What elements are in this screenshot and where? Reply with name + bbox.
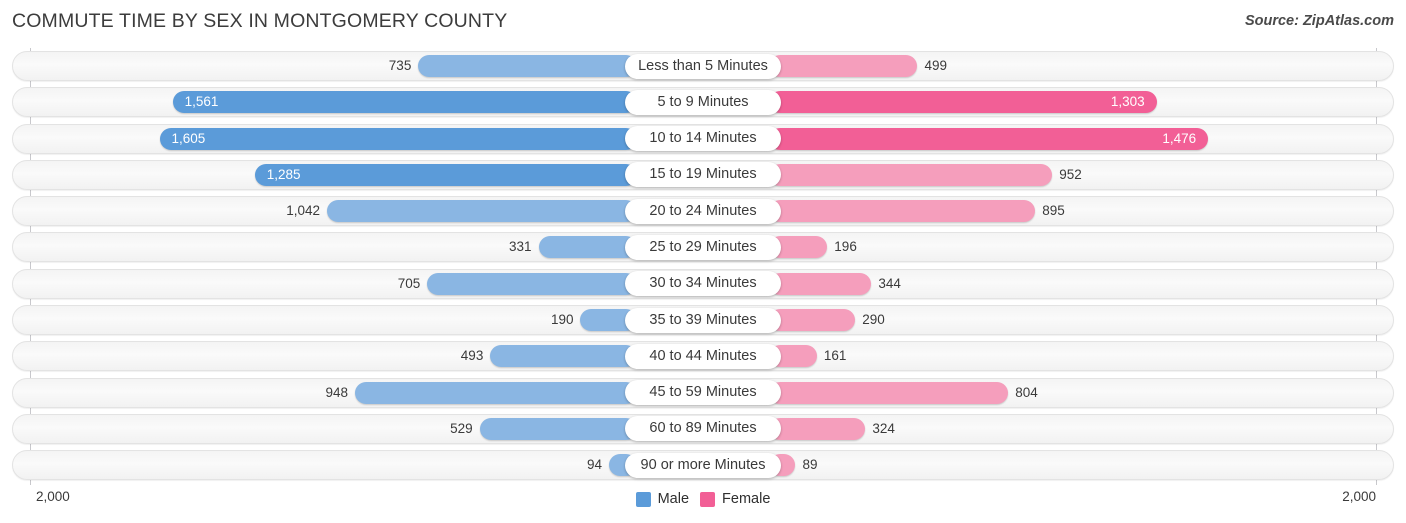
page-title: COMMUTE TIME BY SEX IN MONTGOMERY COUNTY: [12, 10, 508, 32]
bar-value-male: 94: [587, 457, 603, 473]
bar-row: 1,561 1,303 5 to 9 Minutes: [12, 87, 1394, 118]
legend-label: Male: [657, 491, 690, 507]
bar-row: 1,042 895 20 to 24 Minutes: [12, 196, 1394, 227]
bar-male: [538, 236, 637, 259]
bar-female: [769, 163, 1053, 186]
bar-row: 493 161 40 to 44 Minutes: [12, 341, 1394, 372]
bar-row: 190 290 35 to 39 Minutes: [12, 305, 1394, 336]
bar-value-female: 1,303: [1110, 94, 1145, 110]
bar-value-male: 1,042: [286, 203, 320, 219]
legend-swatch-icon: [700, 491, 716, 507]
bar-row: 948 804 45 to 59 Minutes: [12, 377, 1394, 408]
bar-row: 529 324 60 to 89 Minutes: [12, 413, 1394, 444]
category-label-11: 60 to 89 Minutes: [625, 416, 781, 442]
bar-male: [254, 163, 637, 186]
bar-value-female: 952: [1059, 166, 1082, 182]
bar-value-female: 1,476: [1162, 130, 1197, 146]
category-label-2: 5 to 9 Minutes: [625, 89, 781, 115]
bar-male: [327, 200, 637, 223]
category-label-8: 35 to 39 Minutes: [625, 307, 781, 333]
category-label-4: 15 to 19 Minutes: [625, 162, 781, 188]
bar-row: 1,605 1,476 10 to 14 Minutes: [12, 123, 1394, 154]
chart-legend: Male Female: [0, 491, 1406, 507]
bar-value-female: 895: [1042, 203, 1065, 219]
bar-value-female: 499: [924, 58, 947, 73]
bar-value-female: 161: [823, 348, 847, 364]
category-label-10: 45 to 59 Minutes: [625, 380, 781, 406]
bar-value-male: 493: [460, 348, 484, 364]
bar-male: [354, 381, 637, 404]
bar-value-male: 190: [550, 312, 574, 328]
bar-row: 331 196 25 to 29 Minutes: [12, 232, 1394, 263]
category-label-9: 40 to 44 Minutes: [625, 343, 781, 369]
legend-label: Female: [722, 491, 771, 507]
category-label-3: 10 to 14 Minutes: [625, 126, 781, 152]
bar-value-female: 324: [872, 420, 895, 436]
bar-value-male: 705: [397, 275, 421, 291]
source-attribution: Source: ZipAtlas.com: [1244, 13, 1394, 29]
bar-value-male: 331: [508, 239, 532, 255]
bar-female: [769, 200, 1036, 223]
bar-male: [479, 417, 637, 440]
bar-value-female: 804: [1015, 384, 1038, 400]
category-label-1: Less than 5 Minutes: [625, 53, 781, 79]
legend-item-female[interactable]: Female: [700, 491, 770, 507]
chart-footer: 2,000 2,000 Male Female: [0, 485, 1406, 523]
chart-header: COMMUTE TIME BY SEX IN MONTGOMERY COUNTY…: [0, 0, 1406, 44]
bar-male: [427, 272, 637, 295]
bar-row: 735 499 Less than 5 Minutes: [12, 51, 1394, 81]
bar-female: [769, 309, 856, 332]
bar-value-male: 948: [325, 384, 348, 400]
bar-value-female: 196: [834, 239, 857, 255]
bar-female: [769, 55, 918, 77]
bar-value-male: 1,285: [266, 166, 301, 182]
bar-female: [769, 417, 866, 440]
bar-value-male: 529: [450, 420, 473, 436]
bar-value-female: 290: [862, 312, 885, 328]
bar-female: [769, 272, 872, 295]
category-label-7: 30 to 34 Minutes: [625, 271, 781, 297]
legend-item-male[interactable]: Male: [635, 491, 690, 507]
bar-value-male: 735: [388, 58, 412, 73]
bar-male: [490, 345, 637, 368]
chart-plot-area: 735 499 Less than 5 Minutes 1,561 1,303 5 to …: [0, 48, 1406, 485]
bar-female: [769, 381, 1009, 404]
category-label-5: 20 to 24 Minutes: [625, 198, 781, 224]
category-label-6: 25 to 29 Minutes: [625, 234, 781, 260]
bar-row: 94 89 90 or more Minutes: [12, 450, 1394, 481]
bar-male: [418, 55, 637, 77]
bar-row: 1,285 952 15 to 19 Minutes: [12, 159, 1394, 190]
bar-rows-container: 735 499 Less than 5 Minutes 1,561 1,303 5 to …: [12, 51, 1394, 487]
bar-row: 705 344 30 to 34 Minutes: [12, 268, 1394, 299]
legend-swatch-icon: [635, 491, 651, 507]
bar-value-female: 89: [802, 457, 818, 473]
bar-value-female: 344: [878, 275, 901, 291]
category-label-12: 90 or more Minutes: [625, 452, 781, 478]
